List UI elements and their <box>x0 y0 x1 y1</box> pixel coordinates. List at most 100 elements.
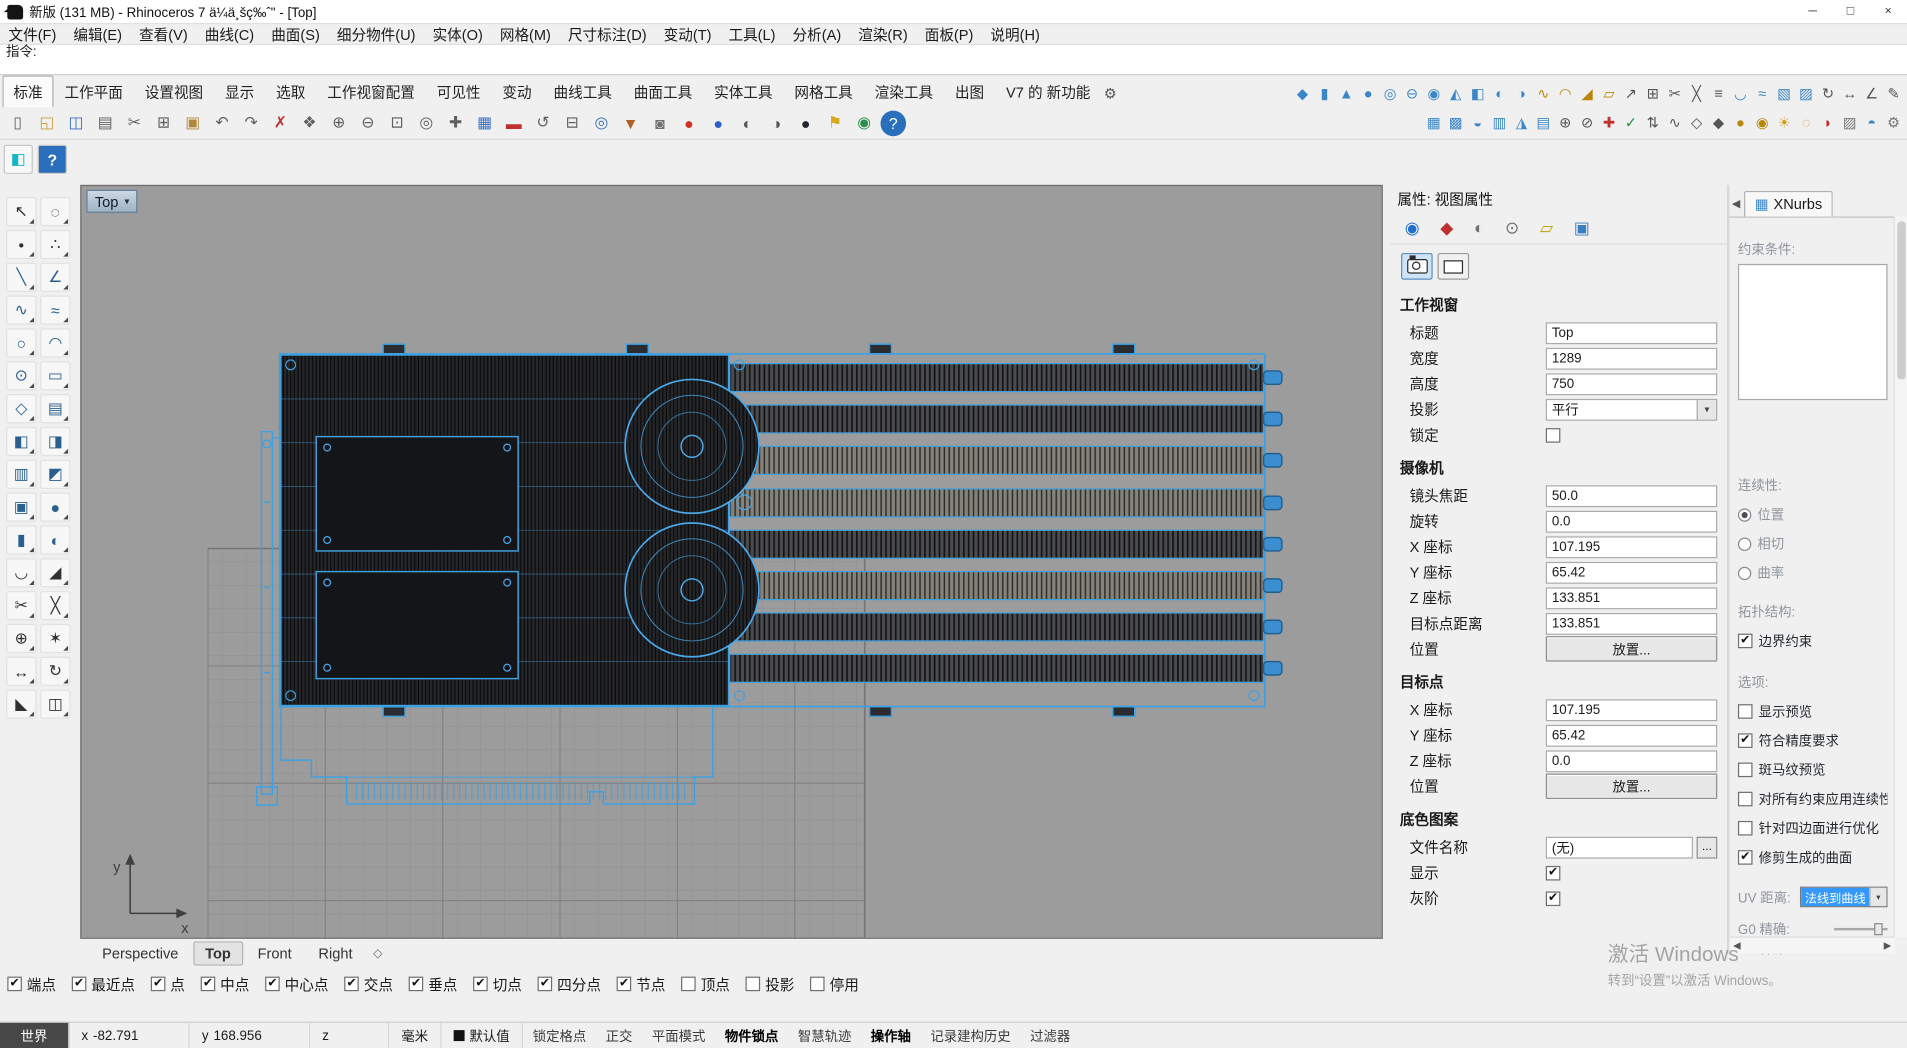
command-input[interactable] <box>0 60 1907 75</box>
locked-checkbox[interactable] <box>1546 427 1561 442</box>
notes-icon[interactable]: ▱ <box>1540 219 1553 236</box>
zoom-out-icon[interactable]: ⊖ <box>355 110 381 136</box>
trim-icon[interactable]: ✂ <box>1664 83 1686 105</box>
annotate-icon[interactable]: ✎ <box>1883 83 1905 105</box>
environment-icon[interactable]: ◓ <box>1861 112 1883 134</box>
osnap-checkbox[interactable] <box>344 977 359 992</box>
osnap-item[interactable]: 顶点 <box>681 974 730 995</box>
status-toggle[interactable]: 操作轴 <box>861 1026 921 1045</box>
osnap-checkbox[interactable] <box>72 977 87 992</box>
render-settings-icon[interactable]: ⚙ <box>1883 112 1905 134</box>
paste-icon[interactable]: ▣ <box>180 110 206 136</box>
menu-item[interactable]: 查看(V) <box>131 24 197 45</box>
material-blue-icon[interactable]: ● <box>705 110 731 136</box>
toolbar-tab[interactable]: 网格工具 <box>783 75 863 107</box>
solid-cone-icon[interactable]: ▲ <box>1335 83 1357 105</box>
sun-icon[interactable]: ☀ <box>1773 112 1795 134</box>
osnap-checkbox[interactable] <box>7 977 22 992</box>
delete-icon[interactable]: ✗ <box>268 110 294 136</box>
menu-item[interactable]: 分析(A) <box>784 24 850 45</box>
osnap-item[interactable]: 切点 <box>473 974 522 995</box>
mesh-patch-icon[interactable]: ▤ <box>1532 112 1554 134</box>
weld-icon[interactable]: ⊕ <box>1554 112 1576 134</box>
xnurbs-option[interactable]: 修剪生成的曲面 <box>1738 848 1888 867</box>
menu-item[interactable]: 实体(O) <box>424 24 491 45</box>
twist-icon[interactable]: ∿ <box>1532 83 1554 105</box>
rotate-icon[interactable]: ↻ <box>40 657 70 686</box>
radio-button[interactable] <box>1738 508 1751 521</box>
open-icon[interactable]: ◱ <box>34 110 60 136</box>
maximize-button[interactable]: □ <box>1832 0 1870 23</box>
paint-icon[interactable]: ◗ <box>1817 112 1839 134</box>
boundary-option[interactable]: 边界约束 <box>1738 631 1888 650</box>
osnap-checkbox[interactable] <box>265 977 280 992</box>
chamfer-icon[interactable]: ◢ <box>40 558 70 587</box>
osnap-checkbox[interactable] <box>681 977 696 992</box>
menu-item[interactable]: 面板(P) <box>916 24 982 45</box>
camera-y-input[interactable]: 65.42 <box>1546 561 1717 583</box>
osnap-item[interactable]: 停用 <box>810 974 859 995</box>
offset-icon[interactable]: ≡ <box>1708 83 1730 105</box>
horizontal-scrollbar[interactable]: ◀ ▶ <box>1729 936 1894 953</box>
mesh-box-icon[interactable]: ▩ <box>1445 112 1467 134</box>
point-icon[interactable]: • <box>6 230 36 259</box>
camera-z-input[interactable]: 133.851 <box>1546 587 1717 609</box>
toolbar-tab[interactable]: 标准 <box>2 75 53 107</box>
cylinder-icon[interactable]: ▮ <box>6 525 36 554</box>
viewport-tab[interactable]: Perspective <box>90 941 191 965</box>
web-browser-icon[interactable]: ▣ <box>1574 219 1590 236</box>
cut-icon[interactable]: ✂ <box>122 110 148 136</box>
shaded-display-icon[interactable]: ◆ <box>1708 112 1730 134</box>
car-icon[interactable]: ▬ <box>501 110 527 136</box>
solid-pyramid-icon[interactable]: ◭ <box>1445 83 1467 105</box>
units-button[interactable]: 毫米 <box>389 1023 441 1048</box>
wallpaper-show-checkbox[interactable] <box>1546 865 1561 880</box>
slider-thumb[interactable] <box>1874 923 1883 935</box>
osnap-checkbox[interactable] <box>538 977 553 992</box>
undo-icon[interactable]: ↶ <box>209 110 235 136</box>
camera-place-button[interactable]: 放置... <box>1546 636 1717 662</box>
osnap-checkbox[interactable] <box>617 977 632 992</box>
radio-button[interactable] <box>1738 537 1751 550</box>
osnap-item[interactable]: 四分点 <box>538 974 601 995</box>
solid-pipe-icon[interactable]: ◉ <box>1423 83 1445 105</box>
line-icon[interactable]: ╲ <box>6 263 36 292</box>
point-cloud-icon[interactable]: ∴ <box>40 230 70 259</box>
unweld-icon[interactable]: ⊘ <box>1576 112 1598 134</box>
solid-cylinder-icon[interactable]: ▮ <box>1313 83 1335 105</box>
projection-select[interactable]: 平行 ▾ <box>1546 398 1717 420</box>
continuity-option[interactable]: 位置 <box>1738 505 1888 524</box>
osnap-item[interactable]: 中点 <box>201 974 250 995</box>
collapse-panel-icon[interactable]: ◀ <box>1729 197 1743 216</box>
table-icon[interactable]: ▦ <box>472 110 498 136</box>
explode-icon[interactable]: ✶ <box>40 624 70 653</box>
trim-icon[interactable]: ✂ <box>6 591 36 620</box>
toolbar-tab[interactable]: 设置视图 <box>134 75 214 107</box>
fillet-edge-icon[interactable]: ◡ <box>1729 83 1751 105</box>
toolbar-tab[interactable]: V7 的 新功能 <box>995 75 1101 107</box>
xnurbs-option[interactable]: 显示预览 <box>1738 702 1888 721</box>
direction-icon[interactable]: ↔ <box>1839 83 1861 105</box>
mesh-cylinder-icon[interactable]: ▥ <box>1489 112 1511 134</box>
menu-item[interactable]: 变动(T) <box>655 24 720 45</box>
xnurbs-tab[interactable]: ▦ XNurbs <box>1744 191 1833 217</box>
lock-icon[interactable]: ◙ <box>647 110 673 136</box>
scale-icon[interactable]: ◣ <box>6 690 36 719</box>
sphere-icon[interactable]: ● <box>40 493 70 522</box>
material-red-icon[interactable]: ● <box>676 110 702 136</box>
extrude-icon[interactable]: ◨ <box>40 427 70 456</box>
curve-icon[interactable]: ∿ <box>6 296 36 325</box>
smooth-icon[interactable]: ∿ <box>1664 112 1686 134</box>
zoom-in-icon[interactable]: ⊕ <box>326 110 352 136</box>
option-checkbox[interactable] <box>1738 792 1753 807</box>
slider[interactable] <box>1834 922 1888 937</box>
target-z-input[interactable]: 0.0 <box>1546 750 1717 772</box>
viewport-tab[interactable]: Front <box>245 941 303 965</box>
status-toggle[interactable]: 正交 <box>596 1026 642 1045</box>
minimize-button[interactable]: ─ <box>1794 0 1832 23</box>
move-icon[interactable]: ↔ <box>6 657 36 686</box>
menu-item[interactable]: 细分物件(U) <box>328 24 424 45</box>
scroll-left-icon[interactable]: ◀ <box>1733 940 1740 951</box>
status-toggle[interactable]: 记录建构历史 <box>921 1026 1021 1045</box>
toolbar-tab[interactable]: 工作平面 <box>54 75 134 107</box>
